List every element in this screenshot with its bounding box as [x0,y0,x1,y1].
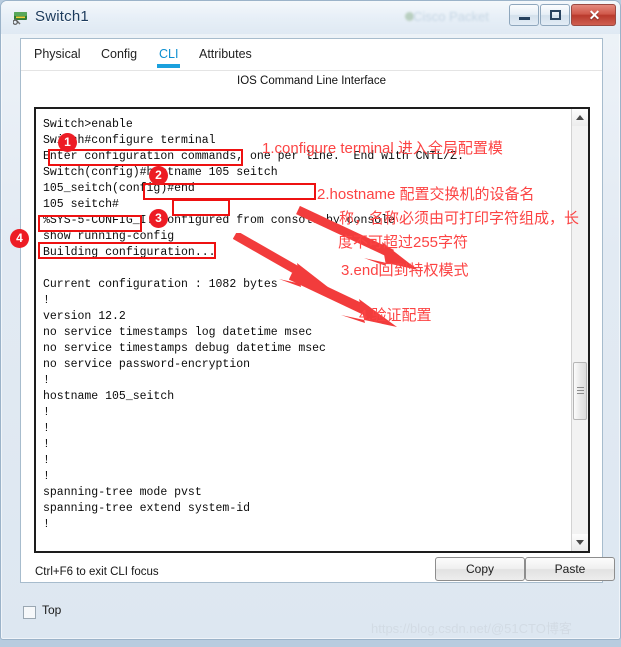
annotation-note-3: 3.end回到特权模式 [341,262,469,279]
switch-icon [13,12,27,25]
highlight-box-prompt [38,215,142,232]
scroll-down-arrow-icon[interactable] [572,534,588,551]
terminal-line: ! [43,470,50,483]
badge-4: 4 [10,229,29,248]
terminal-line: Switch(config)#hostname 105 seitch [43,166,278,179]
maximize-icon [550,10,561,20]
tab-active-underline [157,64,181,68]
terminal-line: ! [43,374,50,387]
highlight-box-hostname [143,183,316,200]
highlight-box-show-running-config [38,242,216,259]
window-title: Switch1 [35,8,89,25]
panel-title: IOS Command Line Interface [237,75,386,87]
terminal-line: ! [43,438,50,451]
maximize-button[interactable] [540,4,570,26]
close-icon: ✕ [588,7,601,23]
watermark: https://blog.csdn.net/@51CTO博客 [371,621,572,636]
terminal-scrollbar[interactable] [571,109,588,551]
top-checkbox[interactable] [23,606,36,619]
cli-output[interactable]: Switch>enable Switch#configure terminal En… [36,109,573,551]
terminal-line: ! [43,406,50,419]
copy-button[interactable]: Copy [435,557,525,581]
minimize-icon [519,17,530,20]
title-bar[interactable]: Switch1 Cisco Packet ✕ [1,1,620,34]
terminal-line: spanning-tree extend system-id [43,502,251,515]
badge-2: 2 [149,166,168,185]
terminal-line: no service timestamps debug datetime mse… [43,342,326,355]
tab-physical[interactable]: Physical [34,47,81,61]
minimize-button[interactable] [509,4,539,26]
cli-focus-hint: Ctrl+F6 to exit CLI focus [35,566,159,578]
terminal-line: ! [43,422,50,435]
terminal-line: no service password-encryption [43,358,251,371]
tab-config[interactable]: Config [101,47,137,61]
terminal-line: ! [43,518,50,531]
tab-strip: Physical Config CLI Attributes [21,39,602,71]
caret-down-glyph [576,540,584,545]
terminal-line: Switch>enable [43,118,133,131]
badge-3: 3 [149,209,168,228]
paste-button[interactable]: Paste [525,557,615,581]
tab-cli-label: CLI [159,47,179,61]
close-button[interactable]: ✕ [571,4,616,26]
caret-up-glyph [576,115,584,120]
ghost-app-title: Cisco Packet [413,9,489,24]
top-checkbox-label: Top [42,603,62,617]
highlight-box-configure-terminal [48,149,243,166]
annotation-note-1: 1.configure terminal 进入全局配置模 [262,140,503,157]
scroll-up-arrow-icon[interactable] [572,109,588,126]
annotation-note-2b: 称，名称必须由可打印字符组成，长 [339,210,580,227]
tab-attributes[interactable]: Attributes [199,47,252,61]
switch1-window: Switch1 Cisco Packet ✕ Physical Config C… [0,0,621,640]
terminal-line: hostname 105_seitch [43,390,175,403]
terminal-line: spanning-tree mode pvst [43,486,202,499]
annotation-note-4: 4.验证配置 [359,307,432,324]
annotation-note-2c: 度不可超过255字符 [338,234,469,251]
highlight-box-end [172,199,230,216]
scrollbar-thumb[interactable] [573,362,587,420]
cli-terminal-container[interactable]: Switch>enable Switch#configure terminal En… [34,107,590,553]
badge-1: 1 [58,133,77,152]
terminal-line: ! [43,454,50,467]
annotation-note-2: 2.hostname 配置交换机的设备名 [317,186,535,203]
thumb-grip-icon [577,387,584,394]
tab-cli[interactable]: CLI [157,47,181,68]
